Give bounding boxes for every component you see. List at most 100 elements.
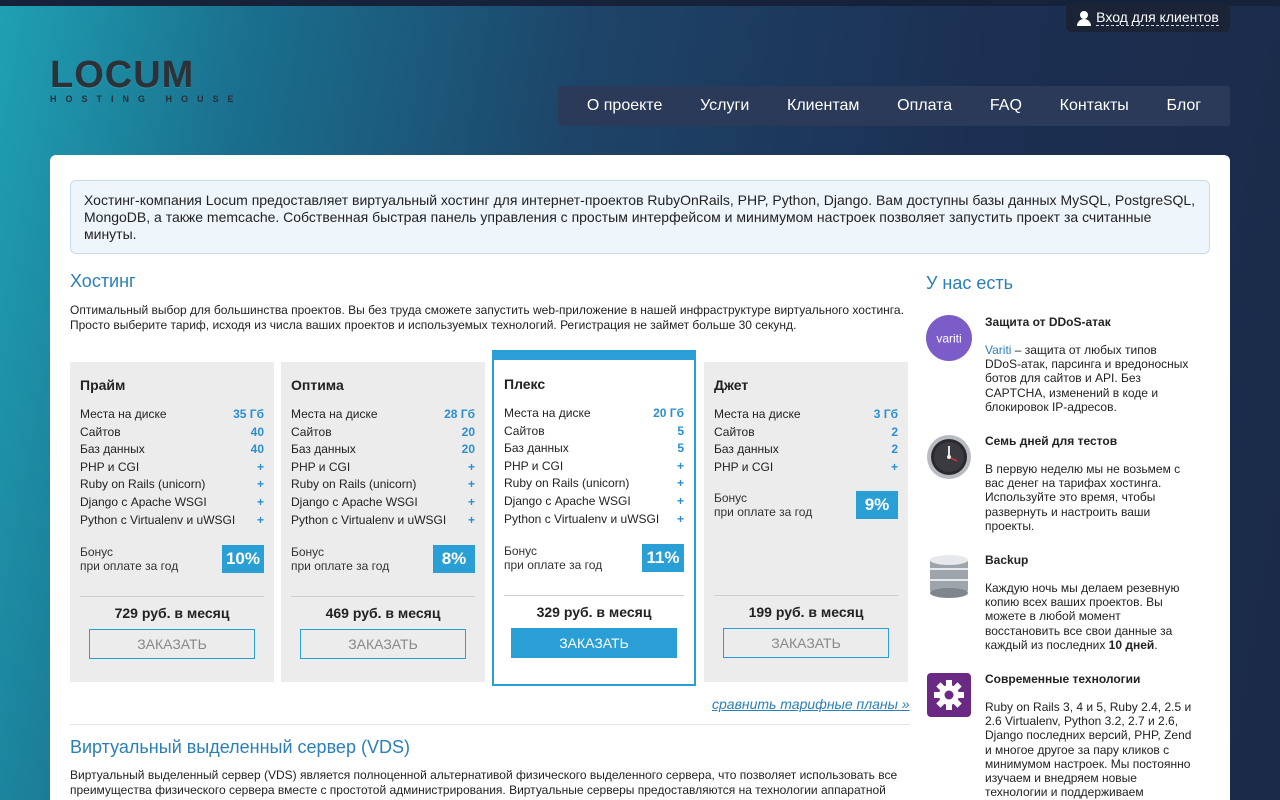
plan-feature-row: Python с Virtualenv и uWSGI + — [291, 512, 475, 530]
feature-value: 3 Гб — [873, 407, 898, 421]
sidebar-text-bold: 10 дней — [1108, 637, 1155, 652]
plan-feature-row: Баз данных 20 — [291, 441, 475, 459]
hosting-description: Оптимальный выбор для большинства проект… — [70, 303, 904, 332]
plan-feature-row: Места на диске 35 Гб — [80, 406, 264, 424]
plan-feature-row: Баз данных 2 — [714, 441, 898, 459]
variti-link[interactable]: Variti — [985, 343, 1011, 357]
plan-feature-row: PHP и CGI + — [80, 459, 264, 477]
section-divider — [70, 724, 910, 725]
feature-value: + — [256, 459, 264, 474]
vds-description: Виртуальный выделенный сервер (VDS) явля… — [70, 768, 898, 797]
sidebar-item-text: В первую неделю мы не возьмем с вас дене… — [985, 462, 1181, 533]
logo[interactable]: LOCUM HOSTING HOUSE — [50, 56, 270, 112]
feature-name: Python с Virtualenv и uWSGI — [291, 512, 447, 527]
plan-feature-row: Баз данных 40 — [80, 441, 264, 459]
plan-feature-row: Сайтов 5 — [504, 423, 684, 441]
feature-value: + — [467, 459, 475, 474]
bonus-badge: 9% — [856, 491, 898, 520]
plan-name: Оптима — [291, 377, 344, 393]
plan-feature-row: Django с Apache WSGI + — [291, 494, 475, 512]
plan-card-optima: Оптима Места на диске 28 Гб Сайтов 20 Баз да… — [281, 362, 485, 682]
nav-clients[interactable]: Клиентам — [787, 97, 859, 115]
plan-feature-row: Python с Virtualenv и uWSGI + — [504, 511, 684, 529]
bonus-label: Бонус — [504, 544, 538, 559]
feature-name: PHP и CGI — [80, 459, 140, 474]
feature-value: 28 Гб — [444, 407, 475, 421]
sidebar-text-body: – защита от любых типов DDoS-атак, парси… — [985, 343, 1189, 414]
plan-feature-row: Python с Virtualenv и uWSGI + — [80, 512, 264, 530]
feature-name: Места на диске — [714, 407, 801, 421]
feature-name: Python с Virtualenv и uWSGI — [504, 511, 660, 526]
bonus-badge: 8% — [433, 545, 475, 574]
plan-feature-row: Django с Apache WSGI + — [504, 493, 684, 511]
feature-name: Сайтов — [80, 424, 121, 439]
sidebar-item-title: Семь дней для тестов — [985, 434, 1118, 448]
client-login-button[interactable]: Вход для клиентов — [1066, 4, 1230, 32]
bonus-sub: при оплате за год — [714, 505, 813, 520]
feature-name: PHP и CGI — [504, 458, 564, 473]
feature-value: + — [467, 494, 475, 509]
order-button[interactable]: ЗАКАЗАТЬ — [89, 629, 255, 660]
intro-box: Хостинг-компания Locum предоставляет вир… — [70, 180, 1210, 254]
plan-name: Джет — [714, 377, 749, 393]
plan-bonus: Бонус при оплате за год 10% — [80, 545, 264, 574]
nav-about[interactable]: О проекте — [587, 97, 662, 115]
plan-card-pleks: Плекс Места на диске 20 Гб Сайтов 5 Баз данн… — [492, 350, 696, 686]
feature-name: Django с Apache WSGI — [291, 494, 418, 509]
sidebar-item-title: Защита от DDoS-атак — [985, 315, 1111, 329]
sidebar-item-text: Variti – защита от любых типов DDoS-атак… — [985, 343, 1195, 414]
bonus-badge: 10% — [221, 545, 264, 574]
nav-faq[interactable]: FAQ — [990, 97, 1022, 115]
sidebar-item-text: Ruby on Rails 3, 4 и 5, Ruby 2.4, 2.5 и … — [985, 700, 1192, 800]
plan-feature-row: Сайтов 20 — [291, 424, 475, 442]
nav-payment[interactable]: Оплата — [897, 97, 952, 115]
feature-name: Баз данных — [291, 442, 356, 457]
feature-name: Ruby on Rails (unicorn) — [291, 477, 417, 492]
feature-name: Django с Apache WSGI — [504, 493, 631, 508]
feature-value: + — [676, 458, 684, 473]
gear-icon — [926, 672, 972, 718]
feature-name: Места на диске — [291, 407, 378, 421]
feature-name: Баз данных — [504, 441, 569, 456]
feature-value: + — [256, 512, 264, 527]
plan-feature-row: Django с Apache WSGI + — [80, 494, 264, 512]
feature-name: Места на диске — [504, 406, 591, 420]
feature-name: Сайтов — [714, 424, 755, 439]
bonus-label: Бонус — [80, 545, 114, 560]
sidebar-item-title: Современные технологии — [985, 672, 1141, 686]
client-login-label[interactable]: Вход для клиентов — [1096, 10, 1219, 26]
order-button[interactable]: ЗАКАЗАТЬ — [511, 628, 677, 659]
sidebar-title: У нас есть — [926, 273, 1014, 293]
nav-services[interactable]: Услуги — [700, 97, 749, 115]
logo-sub: HOSTING HOUSE — [50, 94, 243, 104]
hosting-title: Хостинг — [70, 271, 136, 291]
plan-card-prime: Прайм Места на диске 35 Гб Сайтов 40 Баз дан… — [70, 362, 274, 682]
nav-blog[interactable]: Блог — [1167, 97, 1202, 115]
nav-contacts[interactable]: Контакты — [1060, 97, 1129, 115]
feature-name: PHP и CGI — [714, 459, 774, 474]
feature-value: + — [676, 476, 684, 491]
feature-name: Баз данных — [80, 442, 145, 457]
plan-feature-row: Баз данных 5 — [504, 440, 684, 458]
variti-logo-icon: variti — [926, 315, 972, 361]
plan-price: 329 руб. в месяц — [536, 604, 652, 621]
feature-name: Места на диске — [80, 407, 167, 421]
order-button[interactable]: ЗАКАЗАТЬ — [300, 629, 466, 660]
feature-value: 20 Гб — [653, 406, 684, 420]
plan-feature-row: Места на диске 28 Гб — [291, 406, 475, 424]
plan-features: Места на диске 28 Гб Сайтов 20 Баз данных 20 P… — [291, 406, 475, 529]
plan-feature-row: PHP и CGI + — [504, 458, 684, 476]
logo-main: LOCUM — [50, 54, 195, 96]
database-icon — [926, 553, 972, 599]
compare-plans-link[interactable]: сравнить тарифные планы » — [712, 696, 910, 712]
order-button[interactable]: ЗАКАЗАТЬ — [723, 628, 889, 659]
feature-name: Django с Apache WSGI — [80, 494, 207, 509]
plan-name: Плекс — [504, 376, 546, 392]
plan-card-jet: Джет Места на диске 3 Гб Сайтов 2 Баз данных… — [704, 362, 908, 682]
plan-price: 199 руб. в месяц — [748, 604, 864, 621]
feature-value: 20 — [461, 424, 475, 439]
feature-value: 5 — [677, 423, 684, 438]
clock-icon — [926, 434, 972, 480]
feature-value: 20 — [461, 442, 475, 457]
feature-name: Сайтов — [291, 424, 332, 439]
